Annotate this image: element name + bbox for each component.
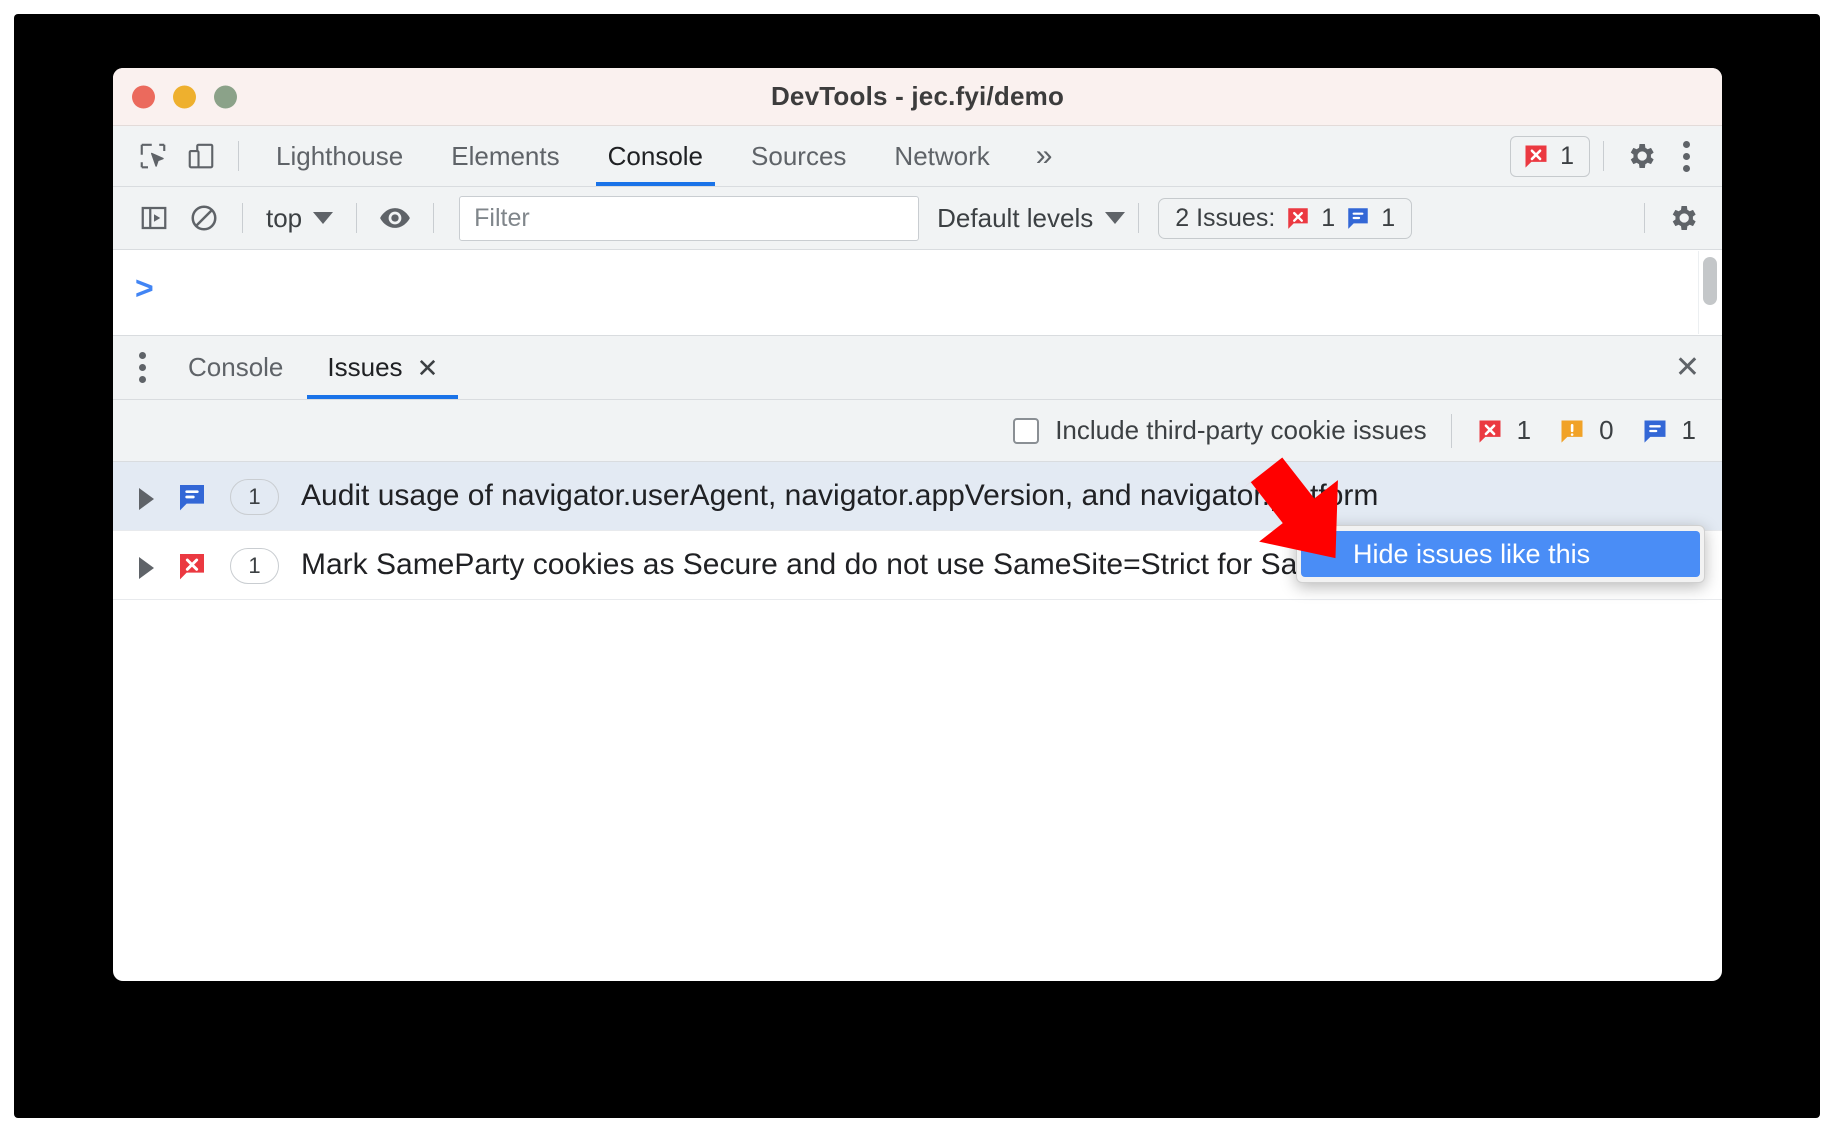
issues-bar-divider [1450,413,1452,448]
maximize-window-button[interactable] [214,85,237,108]
kebab-dot [139,364,146,371]
log-level-selector[interactable]: Default levels [937,202,1126,234]
window-titlebar: DevTools - jec.fyi/demo [113,68,1722,126]
issues-chip-info-count: 1 [1381,203,1396,232]
hide-issues-like-this-menu-item[interactable]: Hide issues like this [1301,531,1700,577]
console-output-area[interactable]: > [113,250,1722,336]
gear-icon[interactable] [1658,196,1708,240]
tab-lighthouse[interactable]: Lighthouse [252,126,427,186]
minimize-window-button[interactable] [173,85,196,108]
issues-chip-error-count: 1 [1321,203,1336,232]
toolbar-divider [1603,141,1604,171]
error-badge-icon [1479,420,1501,443]
issues-counter-chip[interactable]: 2 Issues: 1 1 [1158,197,1413,239]
info-issue-icon [180,485,204,511]
console-toolbar: top Filter Default levels 2 Issues: 1 1 [113,187,1722,250]
devtools-window: DevTools - jec.fyi/demo Lighthouse Eleme… [113,68,1722,981]
traffic-lights [132,85,237,108]
toolbar-divider [242,203,243,233]
kebab-dot [1683,164,1690,172]
live-expression-icon[interactable] [370,196,420,240]
third-party-cookie-checkbox[interactable] [1013,417,1040,444]
console-sidebar-icon[interactable] [129,196,179,240]
chevron-down-icon [1105,212,1126,224]
issues-chip-label: 2 Issues: [1175,203,1276,232]
tab-network[interactable]: Network [870,126,1013,186]
device-toolbar-icon[interactable] [177,132,225,180]
drawer-tab-console[interactable]: Console [166,336,305,399]
close-window-button[interactable] [132,85,155,108]
log-level-label: Default levels [937,202,1094,233]
panel-tabs: Lighthouse Elements Console Sources Netw… [252,126,1070,186]
kebab-menu-icon[interactable] [1665,140,1708,172]
issue-title: Audit usage of navigator.userAgent, navi… [301,479,1379,512]
error-badge-icon [1525,145,1547,168]
kebab-dot [1683,152,1690,160]
filter-input[interactable]: Filter [459,195,920,241]
tab-label: Elements [451,140,560,171]
kebab-dot [1683,140,1690,148]
window-title: DevTools - jec.fyi/demo [770,81,1065,111]
error-count-chip[interactable]: 1 [1510,135,1590,177]
close-issues-tab-icon[interactable]: ✕ [417,355,439,381]
toolbar-divider [1644,203,1645,233]
tab-console[interactable]: Console [584,126,727,186]
warning-count-value: 0 [1599,415,1614,445]
toolbar-divider [238,141,239,171]
info-badge-icon [1644,420,1666,443]
error-badge-icon [1288,208,1309,229]
kebab-dot [139,352,146,359]
issue-counts: 1 0 1 [1476,415,1696,446]
tab-label: Console [607,140,704,171]
clear-console-icon[interactable] [179,196,229,240]
drawer-tab-label: Issues [327,352,403,382]
third-party-cookie-checkbox-row[interactable]: Include third-party cookie issues [1013,415,1427,446]
execution-context-selector[interactable]: top [256,203,343,234]
console-prompt-icon: > [135,270,154,306]
issue-occurrence-count: 1 [230,479,279,515]
drawer-kebab-menu-icon[interactable] [131,352,166,383]
main-toolbar: Lighthouse Elements Console Sources Netw… [113,126,1722,187]
issue-context-menu: Hide issues like this [1296,525,1705,583]
more-tabs-icon[interactable]: » [1014,139,1071,173]
info-count-value: 1 [1681,415,1696,445]
console-scrollbar[interactable] [1698,251,1720,334]
scrollbar-thumb[interactable] [1703,257,1717,305]
issues-filter-bar: Include third-party cookie issues 1 0 1 [113,400,1722,462]
close-drawer-icon[interactable]: ✕ [1675,352,1700,383]
tab-label: Network [894,140,990,171]
expand-issue-triangle-icon[interactable] [139,488,154,510]
console-toolbar-right [1631,187,1708,249]
gear-icon[interactable] [1617,132,1665,180]
tab-elements[interactable]: Elements [427,126,583,186]
toolbar-divider [433,203,435,233]
screenshot-root: DevTools - jec.fyi/demo Lighthouse Eleme… [0,0,1834,1132]
error-count-value: 1 [1560,141,1574,170]
toolbar-divider [1138,203,1140,233]
execution-context-label: top [266,202,303,233]
inspect-element-icon[interactable] [129,132,177,180]
tab-sources[interactable]: Sources [727,126,870,186]
error-count-value: 1 [1516,415,1532,445]
chevron-down-icon [313,212,334,224]
drawer-tabbar: Console Issues ✕ ✕ [113,336,1722,400]
info-badge-icon [1348,208,1368,229]
tab-label: Sources [751,140,847,171]
drawer-tab-issues[interactable]: Issues ✕ [305,336,460,399]
drawer-tab-label: Console [188,352,284,382]
issue-row[interactable]: 1 Audit usage of navigator.userAgent, na… [113,462,1722,531]
toolbar-divider [356,203,358,233]
tab-label: Lighthouse [276,140,404,171]
main-toolbar-right: 1 [1510,126,1708,186]
issue-occurrence-count: 1 [230,547,279,584]
third-party-cookie-label: Include third-party cookie issues [1055,415,1427,445]
expand-issue-triangle-icon[interactable] [139,556,154,579]
error-issue-icon [180,553,204,580]
warning-badge-icon [1561,420,1583,443]
kebab-dot [139,376,146,383]
